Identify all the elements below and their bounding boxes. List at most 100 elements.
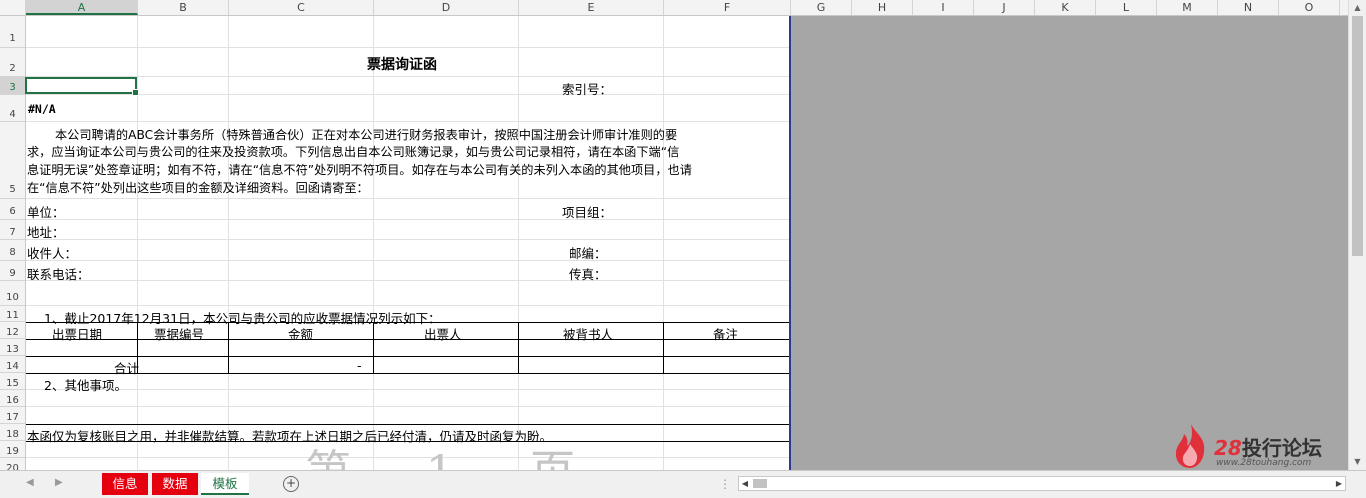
section-heading: 2、其他事项。 — [44, 378, 127, 393]
table-header-cell: 出票日期 — [52, 327, 103, 342]
tab-template[interactable]: 模板 — [201, 473, 249, 495]
row-header[interactable]: 9 — [0, 261, 25, 281]
row-header[interactable]: 2 — [0, 48, 25, 77]
index-label: 索引号： — [562, 82, 613, 97]
select-all-corner[interactable] — [0, 0, 26, 15]
column-header-bar: A B C D E F G H I J K L M N O — [0, 0, 1348, 16]
gridline — [518, 16, 519, 470]
horizontal-scrollbar[interactable]: ◀ ▶ — [738, 476, 1346, 491]
col-header-k[interactable]: K — [1035, 0, 1096, 15]
tab-splitter-handle[interactable]: ⋮ — [719, 477, 731, 491]
logo-text: 28投行论坛 — [1214, 436, 1322, 460]
col-header-i[interactable]: I — [913, 0, 974, 15]
gridline — [26, 47, 789, 48]
gridline — [26, 239, 789, 240]
row-header[interactable]: 8 — [0, 240, 25, 261]
table-header-cell: 金额 — [288, 327, 314, 342]
error-value: #N/A — [28, 102, 56, 116]
row-header[interactable]: 20 — [0, 458, 25, 470]
add-sheet-icon[interactable]: + — [283, 476, 299, 492]
gridline — [26, 198, 789, 199]
table-border — [26, 356, 789, 357]
col-header-m[interactable]: M — [1157, 0, 1218, 15]
tab-info[interactable]: 信息 — [102, 473, 148, 495]
row-header[interactable]: 7 — [0, 220, 25, 240]
row-header[interactable]: 6 — [0, 199, 25, 220]
table-border — [373, 322, 374, 373]
col-header-b[interactable]: B — [138, 0, 229, 15]
gridline — [663, 16, 664, 470]
row-header[interactable]: 17 — [0, 407, 25, 424]
scroll-up-arrow-icon[interactable]: ▲ — [1352, 2, 1363, 14]
recipient-label: 收件人： — [27, 246, 78, 261]
table-header-cell: 备注 — [713, 327, 739, 342]
flame-icon — [1175, 424, 1205, 468]
scroll-down-arrow-icon[interactable]: ▼ — [1352, 456, 1363, 468]
row-header[interactable]: 14 — [0, 356, 25, 373]
col-header-h[interactable]: H — [852, 0, 913, 15]
row-header[interactable]: 18 — [0, 424, 25, 441]
col-header-c[interactable]: C — [229, 0, 374, 15]
total-amount: - — [357, 358, 362, 373]
gridline — [26, 406, 789, 407]
horizontal-scroll-thumb[interactable] — [753, 479, 767, 488]
row-header[interactable]: 15 — [0, 373, 25, 390]
col-header-j[interactable]: J — [974, 0, 1035, 15]
unit-label: 单位： — [27, 205, 65, 220]
row-header[interactable]: 1 — [0, 16, 25, 48]
table-header-cell: 票据编号 — [154, 327, 205, 342]
tab-scroll-right-icon[interactable]: ▶ — [55, 477, 63, 488]
phone-label: 联系电话： — [27, 267, 90, 282]
gridline — [228, 16, 229, 470]
row-header[interactable]: 4 — [0, 95, 25, 122]
scroll-left-arrow-icon[interactable]: ◀ — [739, 477, 751, 490]
postcode-label: 邮编： — [569, 246, 607, 261]
col-header-g[interactable]: G — [791, 0, 852, 15]
gridline — [373, 16, 374, 470]
paragraph-line: 在“信息不符”处列出这些项目的金额及详细资料。回函请寄至： — [27, 181, 369, 195]
page-watermark: 第 1 页 — [305, 436, 606, 470]
scroll-right-arrow-icon[interactable]: ▶ — [1333, 477, 1345, 490]
sheet-page[interactable]: 票据询证函 索引号： #N/A 本公司聘请的ABC会计事务所（特殊普通合伙）正在… — [26, 16, 789, 470]
logo-url: www.28touhang.com — [1216, 458, 1312, 468]
gridline — [137, 16, 138, 470]
col-header-f[interactable]: F — [664, 0, 791, 15]
row-header[interactable]: 10 — [0, 281, 25, 306]
paragraph-line: 求，应当询证本公司与贵公司的往来及投资款项。下列信息出自本公司账簿记录，如与贵公… — [27, 145, 680, 159]
section-border — [26, 424, 789, 425]
vertical-scroll-thumb[interactable] — [1352, 16, 1363, 256]
row-header[interactable]: 12 — [0, 322, 25, 339]
selected-cell-a3[interactable] — [25, 77, 139, 96]
gridline — [26, 260, 789, 261]
col-header-d[interactable]: D — [374, 0, 519, 15]
gridline — [26, 219, 789, 220]
forum-logo: 28投行论坛 www.28touhang.com — [1170, 422, 1345, 470]
table-border — [26, 339, 789, 340]
col-header-a[interactable]: A — [26, 0, 138, 15]
gridline — [26, 389, 789, 390]
tab-scroll-left-icon[interactable]: ◀ — [26, 477, 34, 488]
row-header[interactable]: 16 — [0, 390, 25, 407]
table-border — [663, 322, 664, 373]
row-header[interactable]: 11 — [0, 306, 25, 322]
paragraph-line: 本公司聘请的ABC会计事务所（特殊普通合伙）正在对本公司进行财务报表审计，按照中… — [55, 128, 678, 142]
tab-data[interactable]: 数据 — [152, 473, 198, 495]
col-header-o[interactable]: O — [1279, 0, 1340, 15]
gridline — [26, 305, 789, 306]
col-header-n[interactable]: N — [1218, 0, 1279, 15]
fax-label: 传真： — [569, 267, 607, 282]
outside-print-area — [791, 16, 1348, 470]
table-border — [228, 322, 229, 373]
col-header-e[interactable]: E — [519, 0, 664, 15]
section-heading: 1、截止2017年12月31日，本公司与贵公司的应收票据情况列示如下： — [44, 311, 441, 326]
col-header-l[interactable]: L — [1096, 0, 1157, 15]
row-header[interactable]: 5 — [0, 122, 25, 199]
spreadsheet-grid[interactable]: A B C D E F G H I J K L M N O 1 2 3 4 5 … — [0, 0, 1348, 470]
table-header-cell: 被背书人 — [563, 327, 614, 342]
table-border — [518, 322, 519, 373]
row-header[interactable]: 13 — [0, 339, 25, 356]
gridline — [26, 94, 789, 95]
vertical-scrollbar[interactable]: ▲ ▼ — [1348, 0, 1366, 470]
row-header[interactable]: 19 — [0, 441, 25, 458]
row-header[interactable]: 3 — [0, 77, 25, 95]
